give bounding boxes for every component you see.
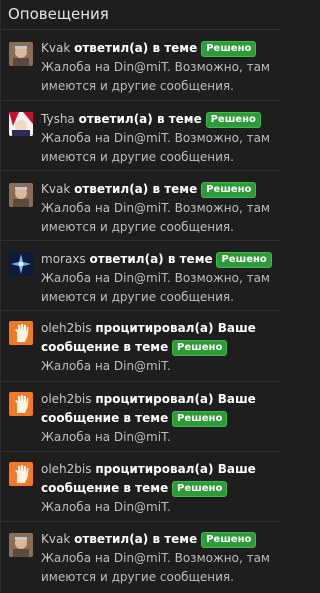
notification-thread-link[interactable]: Жалоба на Din@miT. <box>41 359 171 373</box>
solved-badge: Решено <box>201 41 257 57</box>
notification-action: ответил(а) в теме <box>74 41 198 55</box>
notification-action: ответил(а) в теме <box>74 532 198 546</box>
old-man-avatar-icon[interactable] <box>9 533 33 557</box>
solved-badge: Решено <box>172 411 228 427</box>
notification-user-link[interactable]: oleh2bis <box>41 462 92 476</box>
notification-thread-link[interactable]: Жалоба на Din@miT. Возможно, там имеются… <box>41 551 270 584</box>
notification-item[interactable]: Kvak ответил(а) в теме Решено Жалоба на … <box>1 30 281 101</box>
blue-spark-avatar-icon[interactable] <box>9 252 33 276</box>
notification-item[interactable]: Tysha ответил(а) в теме Решено Жалоба на… <box>1 101 281 171</box>
panel-title: Оповещения <box>1 0 281 30</box>
raised-hand-avatar-icon[interactable] <box>9 321 33 345</box>
solved-badge: Решено <box>172 340 228 356</box>
notification-thread-link[interactable]: Жалоба на Din@miT. Возможно, там имеются… <box>41 131 270 164</box>
solved-badge: Решено <box>172 481 228 497</box>
solved-badge: Решено <box>205 112 261 128</box>
raised-hand-avatar-icon[interactable] <box>9 462 33 486</box>
notification-list: Kvak ответил(а) в теме Решено Жалоба на … <box>1 30 281 593</box>
notification-user-link[interactable]: moraxs <box>41 252 86 266</box>
notification-item[interactable]: Kvak ответил(а) в теме Решено Жалоба на … <box>1 171 281 241</box>
notification-item[interactable]: oleh2bis процитировал(а) Ваше сообщение … <box>1 382 281 452</box>
solved-badge: Решено <box>201 182 257 198</box>
solved-badge: Решено <box>201 532 257 548</box>
notification-user-link[interactable]: Kvak <box>41 182 70 196</box>
notification-action: ответил(а) в теме <box>89 252 213 266</box>
notifications-panel: Оповещения Kvak ответил(а) в теме Решено… <box>0 0 281 592</box>
old-man-avatar-icon[interactable] <box>9 42 33 66</box>
notification-user-link[interactable]: oleh2bis <box>41 392 92 406</box>
notification-item[interactable]: moraxs ответил(а) в теме Решено Жалоба н… <box>1 241 281 311</box>
notification-user-link[interactable]: Kvak <box>41 532 70 546</box>
raised-hand-avatar-icon[interactable] <box>9 392 33 416</box>
notification-thread-link[interactable]: Жалоба на Din@miT. Возможно, там имеются… <box>41 271 270 304</box>
notification-item[interactable]: oleh2bis процитировал(а) Ваше сообщение … <box>1 452 281 522</box>
notification-action: ответил(а) в теме <box>74 182 198 196</box>
solved-badge: Решено <box>216 252 272 268</box>
notification-thread-link[interactable]: Жалоба на Din@miT. <box>41 500 171 514</box>
notification-item[interactable]: oleh2bis процитировал(а) Ваше сообщение … <box>1 311 281 382</box>
anime-avatar-icon[interactable] <box>9 112 33 136</box>
notification-thread-link[interactable]: Жалоба на Din@miT. Возможно, там имеются… <box>41 201 270 234</box>
notification-thread-link[interactable]: Жалоба на Din@miT. Возможно, там имеются… <box>41 60 270 93</box>
notification-thread-link[interactable]: Жалоба на Din@miT. <box>41 430 171 444</box>
notification-user-link[interactable]: oleh2bis <box>41 321 92 335</box>
notification-action: ответил(а) в теме <box>78 112 202 126</box>
notification-user-link[interactable]: Tysha <box>41 112 75 126</box>
old-man-avatar-icon[interactable] <box>9 183 33 207</box>
notification-item[interactable]: Kvak ответил(а) в теме Решено Жалоба на … <box>1 522 281 593</box>
notification-user-link[interactable]: Kvak <box>41 41 70 55</box>
